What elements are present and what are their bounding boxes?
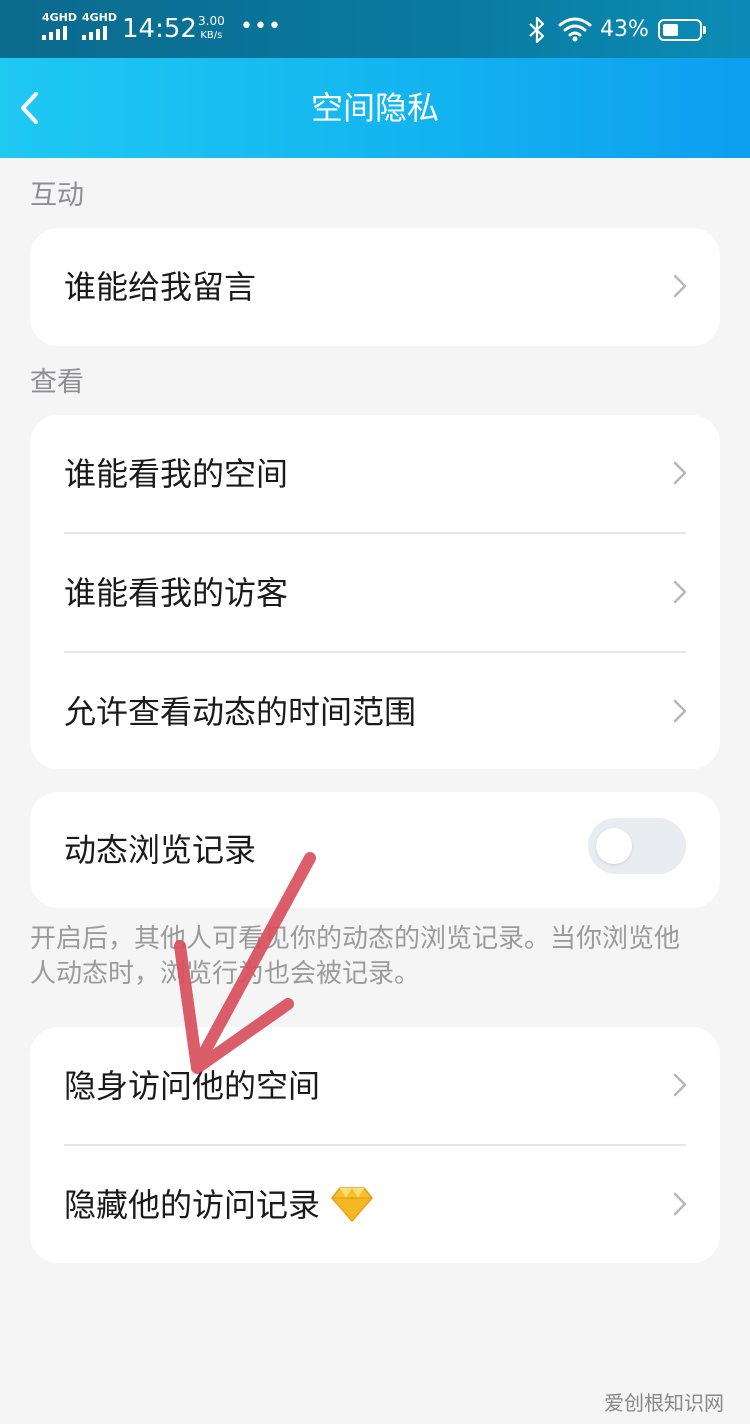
privacy-card: 隐身访问他的空间 隐藏他的访问记录 (30, 1027, 720, 1263)
network-speed-value: 3.00 (198, 14, 225, 28)
who-can-view-visitors-label: 谁能看我的访客 (64, 574, 289, 612)
browse-record-toggle[interactable] (588, 818, 686, 874)
battery-icon (658, 19, 706, 41)
chevron-right-icon (673, 580, 687, 604)
invisible-visit-label: 隐身访问他的空间 (64, 1067, 321, 1105)
network-speed-unit: KB/s (200, 30, 223, 41)
wifi-icon (558, 17, 592, 42)
browse-record-row: 动态浏览记录 (30, 792, 720, 908)
more-notifications-icon: ••• (240, 14, 282, 39)
who-can-view-space-label: 谁能看我的空间 (64, 455, 289, 493)
chevron-right-icon (673, 461, 687, 485)
toggle-knob (596, 828, 632, 864)
allowed-time-range-label: 允许查看动态的时间范围 (64, 693, 417, 731)
invisible-visit-row[interactable]: 隐身访问他的空间 (30, 1027, 720, 1145)
section-label-interaction: 互动 (30, 180, 84, 211)
watermark: 爱创根知识网 (604, 1391, 724, 1415)
network-type-1: 4GHD (42, 11, 78, 24)
network-type-2: 4GHD (82, 11, 118, 24)
network-speed: 3.00 KB/s (198, 15, 225, 42)
interaction-card: 谁能给我留言 (30, 228, 720, 346)
hide-visit-record-row[interactable]: 隐藏他的访问记录 (30, 1146, 720, 1264)
bluetooth-icon (529, 16, 545, 44)
chevron-right-icon (673, 1192, 687, 1216)
status-bar: 4GHD 4GHD 14:52 3.00 KB/s ••• 43% (0, 0, 750, 58)
browse-record-hint: 开启后，其他人可看见你的动态的浏览记录。当你浏览他人动态时，浏览行为也会被记录。 (30, 924, 681, 989)
section-label-view: 查看 (30, 367, 84, 398)
battery-percent: 43% (600, 17, 649, 42)
chevron-right-icon (673, 1073, 687, 1097)
status-time: 14:52 (122, 14, 197, 44)
browse-record-label: 动态浏览记录 (64, 831, 257, 869)
who-can-view-space-row[interactable]: 谁能看我的空间 (30, 415, 720, 533)
chevron-right-icon (673, 274, 687, 298)
chevron-right-icon (673, 699, 687, 723)
signal-icon (82, 26, 114, 40)
browse-record-card: 动态浏览记录 (30, 792, 720, 908)
who-can-message-row[interactable]: 谁能给我留言 (30, 228, 720, 346)
allowed-time-range-row[interactable]: 允许查看动态的时间范围 (30, 653, 720, 771)
diamond-icon (331, 1187, 373, 1222)
who-can-message-label: 谁能给我留言 (64, 268, 257, 306)
hide-visit-record-label: 隐藏他的访问记录 (64, 1184, 374, 1226)
view-card: 谁能看我的空间 谁能看我的访客 允许查看动态的时间范围 (30, 415, 720, 769)
signal-icon (42, 26, 74, 40)
hide-visit-record-text: 隐藏他的访问记录 (64, 1186, 321, 1224)
nav-bar: 空间隐私 (0, 58, 750, 158)
page-title: 空间隐私 (310, 89, 439, 127)
who-can-view-visitors-row[interactable]: 谁能看我的访客 (30, 534, 720, 652)
